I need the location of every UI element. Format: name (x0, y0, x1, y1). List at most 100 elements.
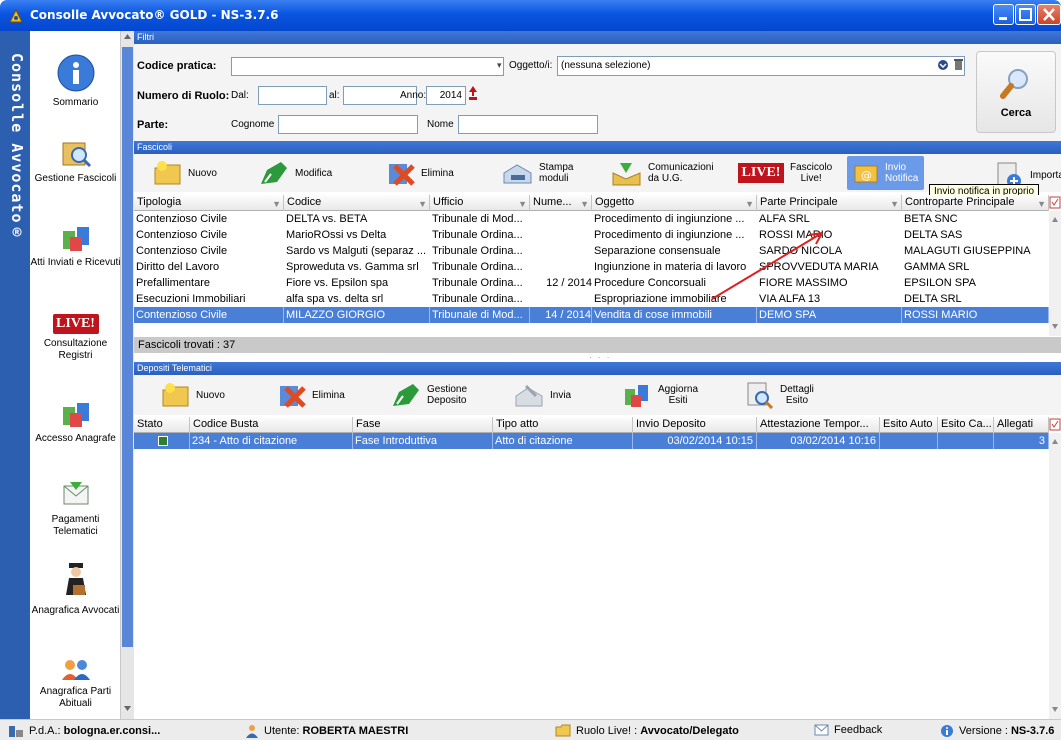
table-cell: 14 / 2014 (530, 307, 592, 323)
column-chooser-icon[interactable] (1049, 417, 1061, 433)
table-cell: MILAZZO GIORGIO (284, 307, 430, 323)
col-numero[interactable]: Nume... ▼ (530, 195, 592, 211)
oggetto-pick-icon[interactable] (937, 59, 949, 71)
table-cell: ROSSI MARIO (902, 307, 1049, 323)
parte-label: Parte: (137, 119, 169, 131)
sidebar-scroll-thumb[interactable] (122, 47, 133, 647)
table-row[interactable]: Contenzioso Civile DELTA vs. BETA Tribunal… (134, 211, 1049, 227)
table-row[interactable]: Contenzioso Civile MILAZZO GIORGIO Tribuna… (134, 307, 1049, 323)
invio-notifica-button[interactable]: @ Invio Notifica (847, 156, 924, 190)
codice-dropdown-arrow[interactable]: ▾ (497, 60, 502, 71)
close-button[interactable] (1037, 4, 1061, 25)
live-badge: LIVE! (52, 314, 99, 334)
sidebar-item-gestione-fascicoli[interactable]: Gestione Fascicoli (30, 137, 121, 185)
utente-status: Utente: ROBERTA MAESTRI (245, 724, 408, 738)
registry-icon (62, 403, 89, 427)
anno-input[interactable]: 2014 (426, 86, 466, 105)
invia-button[interactable]: Invia (514, 379, 571, 411)
nuovo-deposito-button[interactable]: Nuovo (162, 379, 225, 411)
comunicazioni-button[interactable]: Comunicazioni da U.G. (610, 157, 714, 189)
col-codice-busta[interactable]: Codice Busta (190, 417, 353, 433)
stampa-moduli-button[interactable]: Stampa moduli (501, 157, 573, 189)
depositi-scrollbar[interactable] (1049, 433, 1061, 719)
filters-panel: Codice pratica: ▾ Oggetto/i: (nessuna se… (134, 44, 1061, 141)
col-esito-ca[interactable]: Esito Ca... (938, 417, 994, 433)
dettagli-esito-button[interactable]: Dettagli Esito (746, 379, 814, 411)
sidebar-scrollbar[interactable] (121, 31, 134, 719)
table-row[interactable]: 234 - Atto di citazione Fase Introduttiva… (134, 433, 1049, 449)
versione-status: Versione : NS-3.7.6 (940, 724, 1054, 738)
col-allegati[interactable]: Allegati (994, 417, 1049, 433)
col-esito-auto[interactable]: Esito Auto (880, 417, 938, 433)
new-folder-icon (154, 161, 181, 185)
col-fase[interactable]: Fase (353, 417, 493, 433)
sidebar-item-pagamenti[interactable]: Pagamenti Telematici (30, 476, 121, 538)
codice-pratica-input[interactable] (231, 57, 504, 76)
sidebar-item-sommario[interactable]: Sommario (30, 53, 121, 109)
table-row[interactable]: Esecuzioni Immobiliari alfa spa vs. delta… (134, 291, 1049, 307)
column-chooser-icon[interactable] (1049, 195, 1061, 211)
table-cell: Sproweduta vs. Gamma srl (286, 261, 419, 273)
col-attestazione[interactable]: Attestazione Tempor... (757, 417, 880, 433)
table-cell: alfa spa vs. delta srl (286, 293, 384, 305)
cerca-button[interactable]: Cerca (976, 51, 1056, 133)
aggiorna-esiti-button[interactable]: Aggiorna Esiti (622, 379, 698, 411)
minimize-button[interactable] (993, 4, 1014, 25)
status-bar: P.d.A.: bologna.er.consi... Utente: ROBE… (0, 719, 1061, 740)
nuovo-fascicolo-button[interactable]: Nuovo (154, 157, 217, 189)
dal-input[interactable] (258, 86, 327, 105)
table-cell: DEMO SPA (757, 307, 902, 323)
table-cell: 234 - Atto di citazione (190, 433, 353, 449)
live-icon: LIVE! (738, 163, 784, 183)
table-cell: Tribunale di Mod... (430, 307, 530, 323)
col-invio-deposito[interactable]: Invio Deposito (633, 417, 757, 433)
table-cell: DELTA vs. BETA (286, 213, 368, 225)
depositi-toolbar: Nuovo Elimina Gestione Deposito Invia Agg… (134, 375, 1061, 415)
nome-input[interactable] (458, 115, 598, 134)
col-controparte[interactable]: Controparte Principale ▼ (902, 195, 1049, 211)
table-cell (530, 227, 592, 243)
table-row[interactable]: Contenzioso Civile Sardo vs Malguti (sepa… (134, 243, 1049, 259)
table-cell (530, 259, 592, 275)
codice-pratica-label: Codice pratica: (137, 60, 217, 72)
sidebar-item-atti[interactable]: Atti Inviati e Ricevuti (30, 223, 121, 269)
trash-icon[interactable] (953, 58, 964, 71)
app-icon (9, 8, 23, 23)
year-stepper-icon[interactable] (468, 85, 478, 103)
maximize-button[interactable] (1015, 4, 1036, 25)
table-cell: Diritto del Lavoro (136, 261, 220, 273)
modifica-button[interactable]: Modifica (259, 157, 332, 189)
table-row[interactable]: Diritto del Lavoro Sproweduta vs. Gamma s… (134, 259, 1049, 275)
window-titlebar[interactable]: Consolle Avvocato® GOLD - NS-3.7.6 (0, 0, 1061, 31)
col-oggetto[interactable]: Oggetto ▼ (592, 195, 757, 211)
sidebar-item-accesso-anagrafe[interactable]: Accesso Anagrafe (30, 399, 121, 445)
fascicoli-scrollbar[interactable] (1049, 211, 1061, 336)
table-cell: Fiore vs. Epsilon spa (286, 277, 389, 289)
col-tipo-atto[interactable]: Tipo atto (493, 417, 633, 433)
elimina-deposito-button[interactable]: Elimina (278, 379, 345, 411)
sidebar-item-consultazione-registri[interactable]: LIVE! Consultazione Registri (30, 314, 121, 362)
elimina-fascicolo-button[interactable]: Elimina (387, 157, 454, 189)
table-row[interactable]: Prefallimentare Fiore vs. Epsilon spa Trib… (134, 275, 1049, 291)
sidebar-nav: Sommario Gestione Fascicoli Atti Inviati… (30, 31, 121, 719)
col-stato[interactable]: Stato (134, 417, 190, 433)
table-row[interactable]: Contenzioso Civile MarioROssi vs Delta Tri… (134, 227, 1049, 243)
fascicoli-table-header: Tipologia ▼ Codice ▼ Ufficio ▼ Nume... ▼ Ogg… (134, 195, 1049, 211)
fascicolo-live-button[interactable]: LIVE! Fascicolo Live! (738, 157, 832, 189)
cognome-input[interactable] (278, 115, 418, 134)
feedback-link[interactable]: Feedback (814, 724, 882, 736)
table-cell (134, 433, 190, 449)
splitter-handle[interactable]: · · · (589, 353, 611, 362)
gestione-deposito-button[interactable]: Gestione Deposito (391, 379, 467, 411)
anno-label: Anno: (400, 90, 427, 101)
col-tipologia[interactable]: Tipologia ▼ (134, 195, 284, 211)
table-cell: 12 / 2014 (546, 277, 592, 289)
col-ufficio[interactable]: Ufficio ▼ (430, 195, 530, 211)
details-search-icon (747, 382, 774, 409)
col-parte-principale[interactable]: Parte Principale ▼ (757, 195, 902, 211)
sidebar-item-anagrafica-avvocati[interactable]: Anagrafica Avvocati (30, 561, 121, 617)
sidebar-item-anagrafica-parti[interactable]: Anagrafica Parti Abituali (30, 658, 121, 710)
col-codice[interactable]: Codice ▼ (284, 195, 430, 211)
oggetto-select[interactable]: (nessuna selezione) (557, 56, 965, 76)
folder-search-icon (62, 142, 91, 168)
